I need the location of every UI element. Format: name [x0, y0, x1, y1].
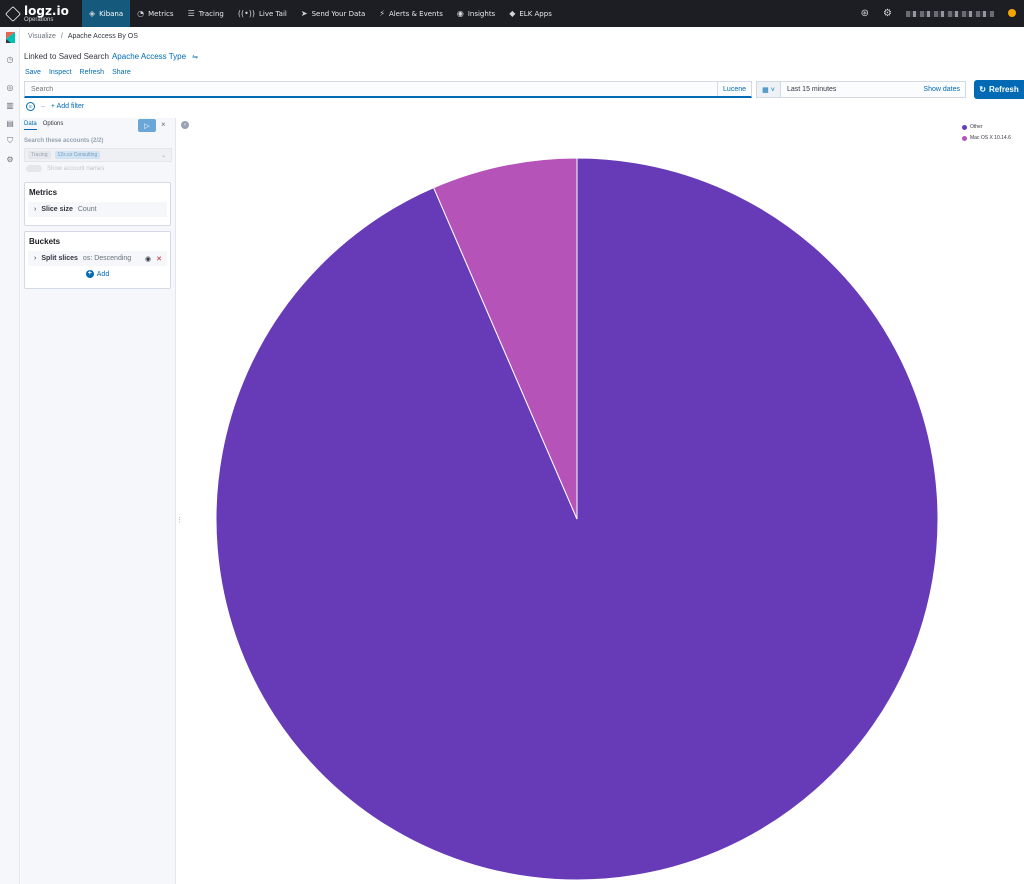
- unlink-icon[interactable]: ⇋: [192, 53, 198, 61]
- play-icon: ▷: [144, 122, 150, 130]
- vis-editor-panel: Data Options ▷ × Search these accounts (…: [21, 118, 176, 884]
- show-account-names-row: Show account names: [26, 165, 104, 172]
- kibana-logo-icon[interactable]: [0, 27, 20, 47]
- nav-alerts-events[interactable]: ⚡ Alerts & Events: [372, 0, 450, 27]
- collapse-panel-icon[interactable]: ‹: [181, 121, 189, 129]
- breadcrumb-visualize[interactable]: Visualize: [28, 33, 56, 40]
- send-icon: ➤: [300, 9, 308, 18]
- remove-bucket-icon[interactable]: ✕: [156, 255, 162, 263]
- breadcrumb-current: Apache Access By OS: [67, 33, 138, 40]
- top-nav: logz.io Operations ◈ Kibana ◔ Metrics ☰ …: [0, 0, 1024, 27]
- nav-elk-apps[interactable]: ◆ ELK Apps: [502, 0, 559, 27]
- legend-item-mac[interactable]: Mac OS X 10.14.6: [962, 135, 1011, 141]
- save-button[interactable]: Save: [25, 69, 41, 76]
- nav-metrics[interactable]: ◔ Metrics: [130, 0, 180, 27]
- alerts-icon: ⚡: [379, 9, 385, 18]
- toggle-visibility-icon[interactable]: ◉: [145, 255, 151, 263]
- bucket-split-slices[interactable]: › Split slices os: Descending ◉ ✕: [28, 251, 167, 266]
- gear-icon[interactable]: ⚙: [883, 8, 892, 19]
- tab-data[interactable]: Data: [24, 121, 37, 130]
- discard-changes-button[interactable]: ×: [161, 120, 166, 129]
- query-language-toggle[interactable]: Lucene: [717, 82, 751, 96]
- apply-changes-button[interactable]: ▷: [138, 119, 156, 132]
- legend-dot: [962, 124, 967, 130]
- accounts-label: Search these accounts (2/2): [24, 138, 104, 144]
- management-icon[interactable]: ⚙: [0, 150, 20, 168]
- linked-search: Linked to Saved Search Apache Access Typ…: [24, 52, 198, 61]
- account-pill-consulting: 12x.co Consulting: [54, 151, 101, 159]
- panel-resize-handle[interactable]: ⋮: [176, 516, 183, 524]
- logo-name: logz.io: [24, 3, 69, 18]
- calendar-icon[interactable]: ▦ ˅: [757, 82, 781, 97]
- notification-indicator[interactable]: [1008, 8, 1016, 17]
- metrics-title: Metrics: [29, 188, 58, 197]
- nav-live-tail[interactable]: ((•)) Live Tail: [231, 0, 294, 27]
- inspect-button[interactable]: Inspect: [49, 69, 72, 76]
- apps-icon: ◆: [509, 9, 516, 18]
- chart-legend: Other Mac OS X 10.14.6: [962, 124, 1011, 141]
- date-range-value[interactable]: Last 15 minutes: [781, 86, 923, 93]
- legend-item-other[interactable]: Other: [962, 124, 1011, 130]
- filter-row: ≡ – + Add filter: [26, 102, 84, 111]
- metrics-panel: Metrics › Slice size Count: [24, 182, 171, 226]
- share-button[interactable]: Share: [112, 69, 131, 76]
- buckets-title: Buckets: [29, 237, 61, 246]
- logo-mark-icon: [5, 5, 21, 22]
- user-menu[interactable]: [906, 10, 994, 17]
- query-bar: Lucene: [24, 81, 752, 98]
- chevron-right-icon: ›: [34, 255, 37, 262]
- chevron-right-icon: ›: [34, 206, 37, 213]
- live-tail-icon: ((•)): [237, 9, 256, 18]
- breadcrumb: Visualize / Apache Access By OS: [28, 33, 138, 40]
- show-account-names-toggle[interactable]: [26, 165, 42, 172]
- refresh-button[interactable]: ↻ Refresh: [974, 80, 1024, 99]
- show-dates-button[interactable]: Show dates: [923, 86, 965, 93]
- nav-tracing[interactable]: ☰ Tracing: [181, 0, 231, 27]
- discover-icon[interactable]: ◎: [0, 78, 20, 96]
- date-picker: ▦ ˅ Last 15 minutes Show dates: [756, 81, 966, 98]
- top-actions: Save Inspect Refresh Share: [25, 69, 131, 76]
- account-pill-tracing: Tracing: [28, 151, 51, 159]
- add-bucket-button[interactable]: + Add: [25, 266, 170, 282]
- legend-dot: [962, 135, 967, 141]
- pie-chart: [215, 157, 939, 881]
- buckets-panel: Buckets › Split slices os: Descending ◉ …: [24, 231, 171, 289]
- search-input[interactable]: [25, 85, 718, 93]
- metrics-icon: ◔: [137, 9, 145, 18]
- chevron-down-icon: ⌄: [160, 152, 166, 159]
- kibana-sidebar: ◷ ◎ ▥ ▤ ⛉ ⚙: [0, 27, 20, 884]
- tab-options[interactable]: Options: [43, 121, 64, 130]
- plus-icon: +: [85, 270, 94, 278]
- refresh-icon: ↻: [979, 85, 986, 94]
- visualize-icon[interactable]: ▥: [0, 96, 20, 114]
- eye-icon: ◉: [456, 9, 464, 18]
- kibana-icon: ◈: [89, 9, 96, 18]
- dashboard-icon[interactable]: ▤: [0, 114, 20, 132]
- help-icon[interactable]: ⊛: [861, 8, 869, 19]
- tracing-icon: ☰: [187, 9, 195, 18]
- recent-icon[interactable]: ◷: [0, 50, 20, 68]
- refresh-link[interactable]: Refresh: [80, 69, 105, 76]
- add-filter-button[interactable]: + Add filter: [51, 103, 84, 110]
- metric-slice-size[interactable]: › Slice size Count: [28, 202, 167, 217]
- logzio-logo[interactable]: logz.io Operations: [0, 0, 82, 27]
- editor-tabs: Data Options: [24, 121, 63, 130]
- nav-kibana[interactable]: ◈ Kibana: [82, 0, 131, 27]
- saved-search-link[interactable]: Apache Access Type: [112, 52, 186, 61]
- timelion-icon[interactable]: ⛉: [0, 132, 20, 150]
- accounts-select[interactable]: Tracing 12x.co Consulting ⌄: [24, 148, 172, 162]
- filter-options-icon[interactable]: ≡: [26, 102, 35, 111]
- logo-sub: Operations: [24, 16, 54, 23]
- nav-send-your-data[interactable]: ➤ Send Your Data: [294, 0, 372, 27]
- nav-insights[interactable]: ◉ Insights: [450, 0, 502, 27]
